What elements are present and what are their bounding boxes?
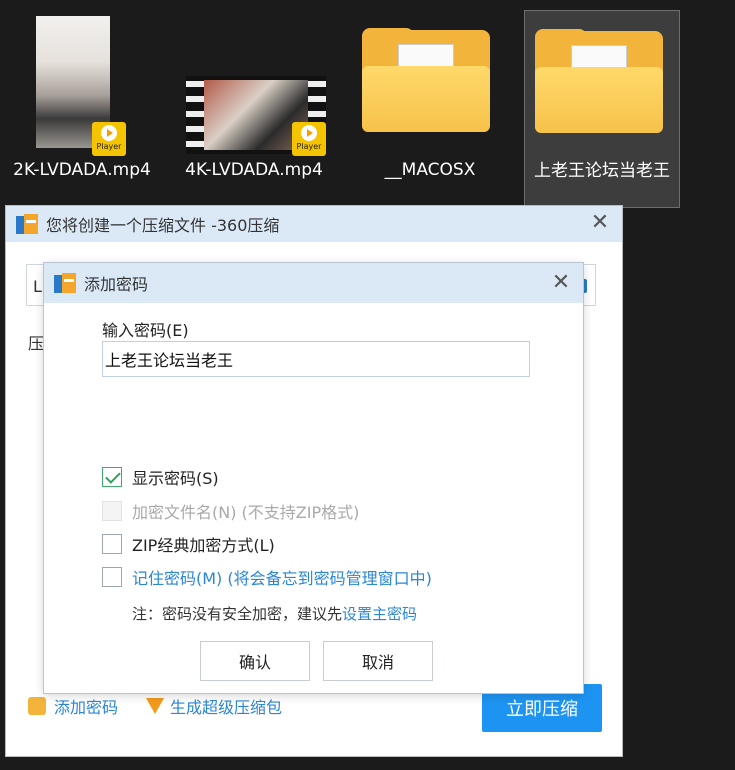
player-badge-icon: Player <box>292 122 326 156</box>
security-note: 注：密码没有安全加密，建议先设置主密码 <box>132 603 417 624</box>
super-package-link[interactable]: 生成超级压缩包 <box>170 694 282 718</box>
super-package-icon <box>146 698 165 714</box>
encrypt-filename-checkbox <box>102 501 122 521</box>
add-password-link[interactable]: 添加密码 <box>54 694 118 718</box>
path-value: L <box>33 277 42 296</box>
confirm-button[interactable]: 确认 <box>200 641 310 681</box>
file-name: 2K-LVDADA.mp4 <box>13 160 151 180</box>
folder-laowang[interactable]: 上老王论坛当老王 <box>524 10 680 208</box>
remember-password-option[interactable]: 记住密码(M) (将会备忘到密码管理窗口中) <box>102 565 432 589</box>
file-2k-lvdada[interactable]: Player 2K-LVDADA.mp4 <box>4 10 160 208</box>
show-password-checkbox[interactable] <box>102 467 122 487</box>
app-logo-icon <box>16 214 38 234</box>
remember-password-checkbox[interactable] <box>102 567 122 587</box>
close-icon[interactable]: ✕ <box>551 272 571 294</box>
dialog-title: 添加密码 <box>84 275 149 294</box>
folder-icon <box>535 29 663 133</box>
player-badge-icon: Player <box>92 122 126 156</box>
app-logo-icon <box>54 273 76 293</box>
lock-icon <box>28 697 46 715</box>
add-password-dialog: 添加密码 ✕ 输入密码(E) 显示密码(S) 加密文件名(N) (不支持ZIP格… <box>44 263 583 693</box>
set-master-password-link[interactable]: 设置主密码 <box>342 605 417 623</box>
file-name: __MACOSX <box>384 160 476 180</box>
file-name: 4K-LVDADA.mp4 <box>185 160 323 180</box>
show-password-option[interactable]: 显示密码(S) <box>102 465 219 489</box>
window-title: 您将创建一个压缩文件 -360压缩 <box>46 216 280 235</box>
note-text: 注：密码没有安全加密，建议先 <box>132 605 343 623</box>
compress-label: 压 <box>28 334 45 353</box>
close-icon[interactable]: ✕ <box>590 212 610 234</box>
cancel-button[interactable]: 取消 <box>323 641 433 681</box>
dialog-title-bar: 添加密码 <box>44 263 583 303</box>
option-label: ZIP经典加密方式(L) <box>132 536 275 555</box>
password-label: 输入密码(E) <box>102 321 189 340</box>
file-name: 上老王论坛当老王 <box>534 161 670 181</box>
folder-macosx[interactable]: __MACOSX <box>352 10 508 208</box>
option-label: 加密文件名(N) (不支持ZIP格式) <box>132 503 360 522</box>
zip-classic-checkbox[interactable] <box>102 534 122 554</box>
encrypt-filename-option: 加密文件名(N) (不支持ZIP格式) <box>102 499 359 523</box>
window-title-bar: 您将创建一个压缩文件 -360压缩 <box>6 206 622 242</box>
zip-classic-option[interactable]: ZIP经典加密方式(L) <box>102 532 275 556</box>
folder-icon <box>362 28 490 132</box>
option-label: 显示密码(S) <box>132 469 219 488</box>
bottom-actions: 添加密码 生成超级压缩包 <box>28 694 282 718</box>
file-4k-lvdada[interactable]: Player 4K-LVDADA.mp4 <box>176 10 332 208</box>
option-label: 记住密码(M) (将会备忘到密码管理窗口中) <box>132 569 432 588</box>
password-input[interactable] <box>102 341 530 377</box>
